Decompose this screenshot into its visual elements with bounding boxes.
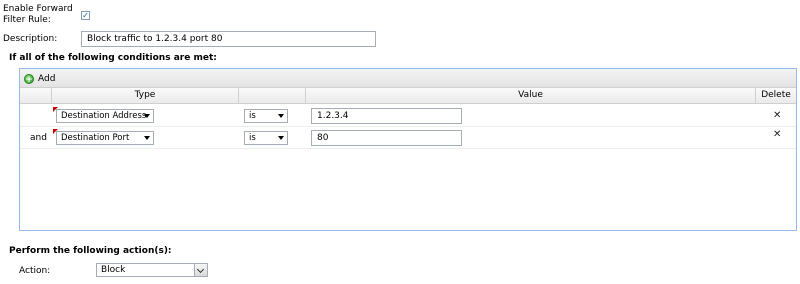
enable-rule-checkbox[interactable]: ✓ bbox=[81, 11, 90, 20]
table-row: Destination Address is 1.2.3.4 ✕ bbox=[20, 105, 796, 127]
header-type[interactable]: Type bbox=[52, 88, 239, 103]
condition-value-input[interactable]: 1.2.3.4 bbox=[311, 108, 462, 124]
header-conjunction bbox=[20, 88, 52, 103]
dropdown-arrow-icon bbox=[144, 136, 150, 140]
conditions-grid: + Add Type Value Delete Destination Addr… bbox=[19, 68, 797, 231]
description-input-value: Block traffic to 1.2.3.4 port 80 bbox=[87, 34, 223, 44]
header-delete: Delete bbox=[761, 90, 791, 100]
chevron-down-icon bbox=[196, 265, 205, 274]
condition-operator-select[interactable]: is bbox=[244, 131, 288, 145]
condition-value-input[interactable]: 80 bbox=[311, 130, 462, 146]
condition-type-select[interactable]: Destination Port bbox=[56, 131, 154, 145]
checkmark-icon: ✓ bbox=[82, 11, 89, 20]
table-row: and Destination Port is 80 ✕ bbox=[20, 127, 796, 149]
add-button-label: Add bbox=[38, 73, 56, 84]
condition-value-text: 80 bbox=[317, 133, 329, 143]
enable-rule-label-line1: Enable Forward bbox=[3, 4, 73, 14]
enable-rule-label: Enable Forward Filter Rule: bbox=[3, 4, 73, 26]
delete-icon[interactable]: ✕ bbox=[773, 111, 781, 121]
description-input[interactable]: Block traffic to 1.2.3.4 port 80 bbox=[81, 31, 376, 47]
add-icon: + bbox=[24, 73, 34, 85]
dropdown-arrow-icon bbox=[278, 136, 284, 140]
dropdown-arrow-icon bbox=[278, 114, 284, 118]
delete-icon[interactable]: ✕ bbox=[773, 130, 781, 140]
condition-operator-select[interactable]: is bbox=[244, 109, 288, 123]
action-label: Action: bbox=[19, 266, 51, 276]
grid-toolbar: + Add bbox=[20, 69, 796, 88]
action-dropdown-button[interactable] bbox=[194, 264, 207, 276]
condition-type-select[interactable]: Destination Address bbox=[56, 109, 154, 123]
row-conjunction: and bbox=[30, 133, 47, 143]
grid-header: Type Value Delete bbox=[20, 88, 796, 104]
action-select-value: Block bbox=[101, 265, 126, 275]
condition-value-text: 1.2.3.4 bbox=[317, 111, 349, 121]
conditions-heading: If all of the following conditions are m… bbox=[9, 53, 217, 63]
description-label: Description: bbox=[3, 34, 58, 44]
actions-heading: Perform the following action(s): bbox=[9, 246, 172, 256]
add-condition-button[interactable]: + Add bbox=[24, 72, 55, 85]
enable-rule-label-line2: Filter Rule: bbox=[3, 15, 51, 25]
dropdown-arrow-icon bbox=[144, 114, 150, 118]
action-select[interactable]: Block bbox=[96, 263, 208, 277]
condition-type-value: Destination Port bbox=[61, 133, 130, 143]
header-value[interactable]: Value bbox=[306, 88, 756, 103]
header-operator[interactable] bbox=[239, 88, 306, 103]
condition-operator-value: is bbox=[249, 133, 256, 143]
condition-operator-value: is bbox=[249, 111, 256, 121]
condition-type-value: Destination Address bbox=[61, 111, 147, 121]
